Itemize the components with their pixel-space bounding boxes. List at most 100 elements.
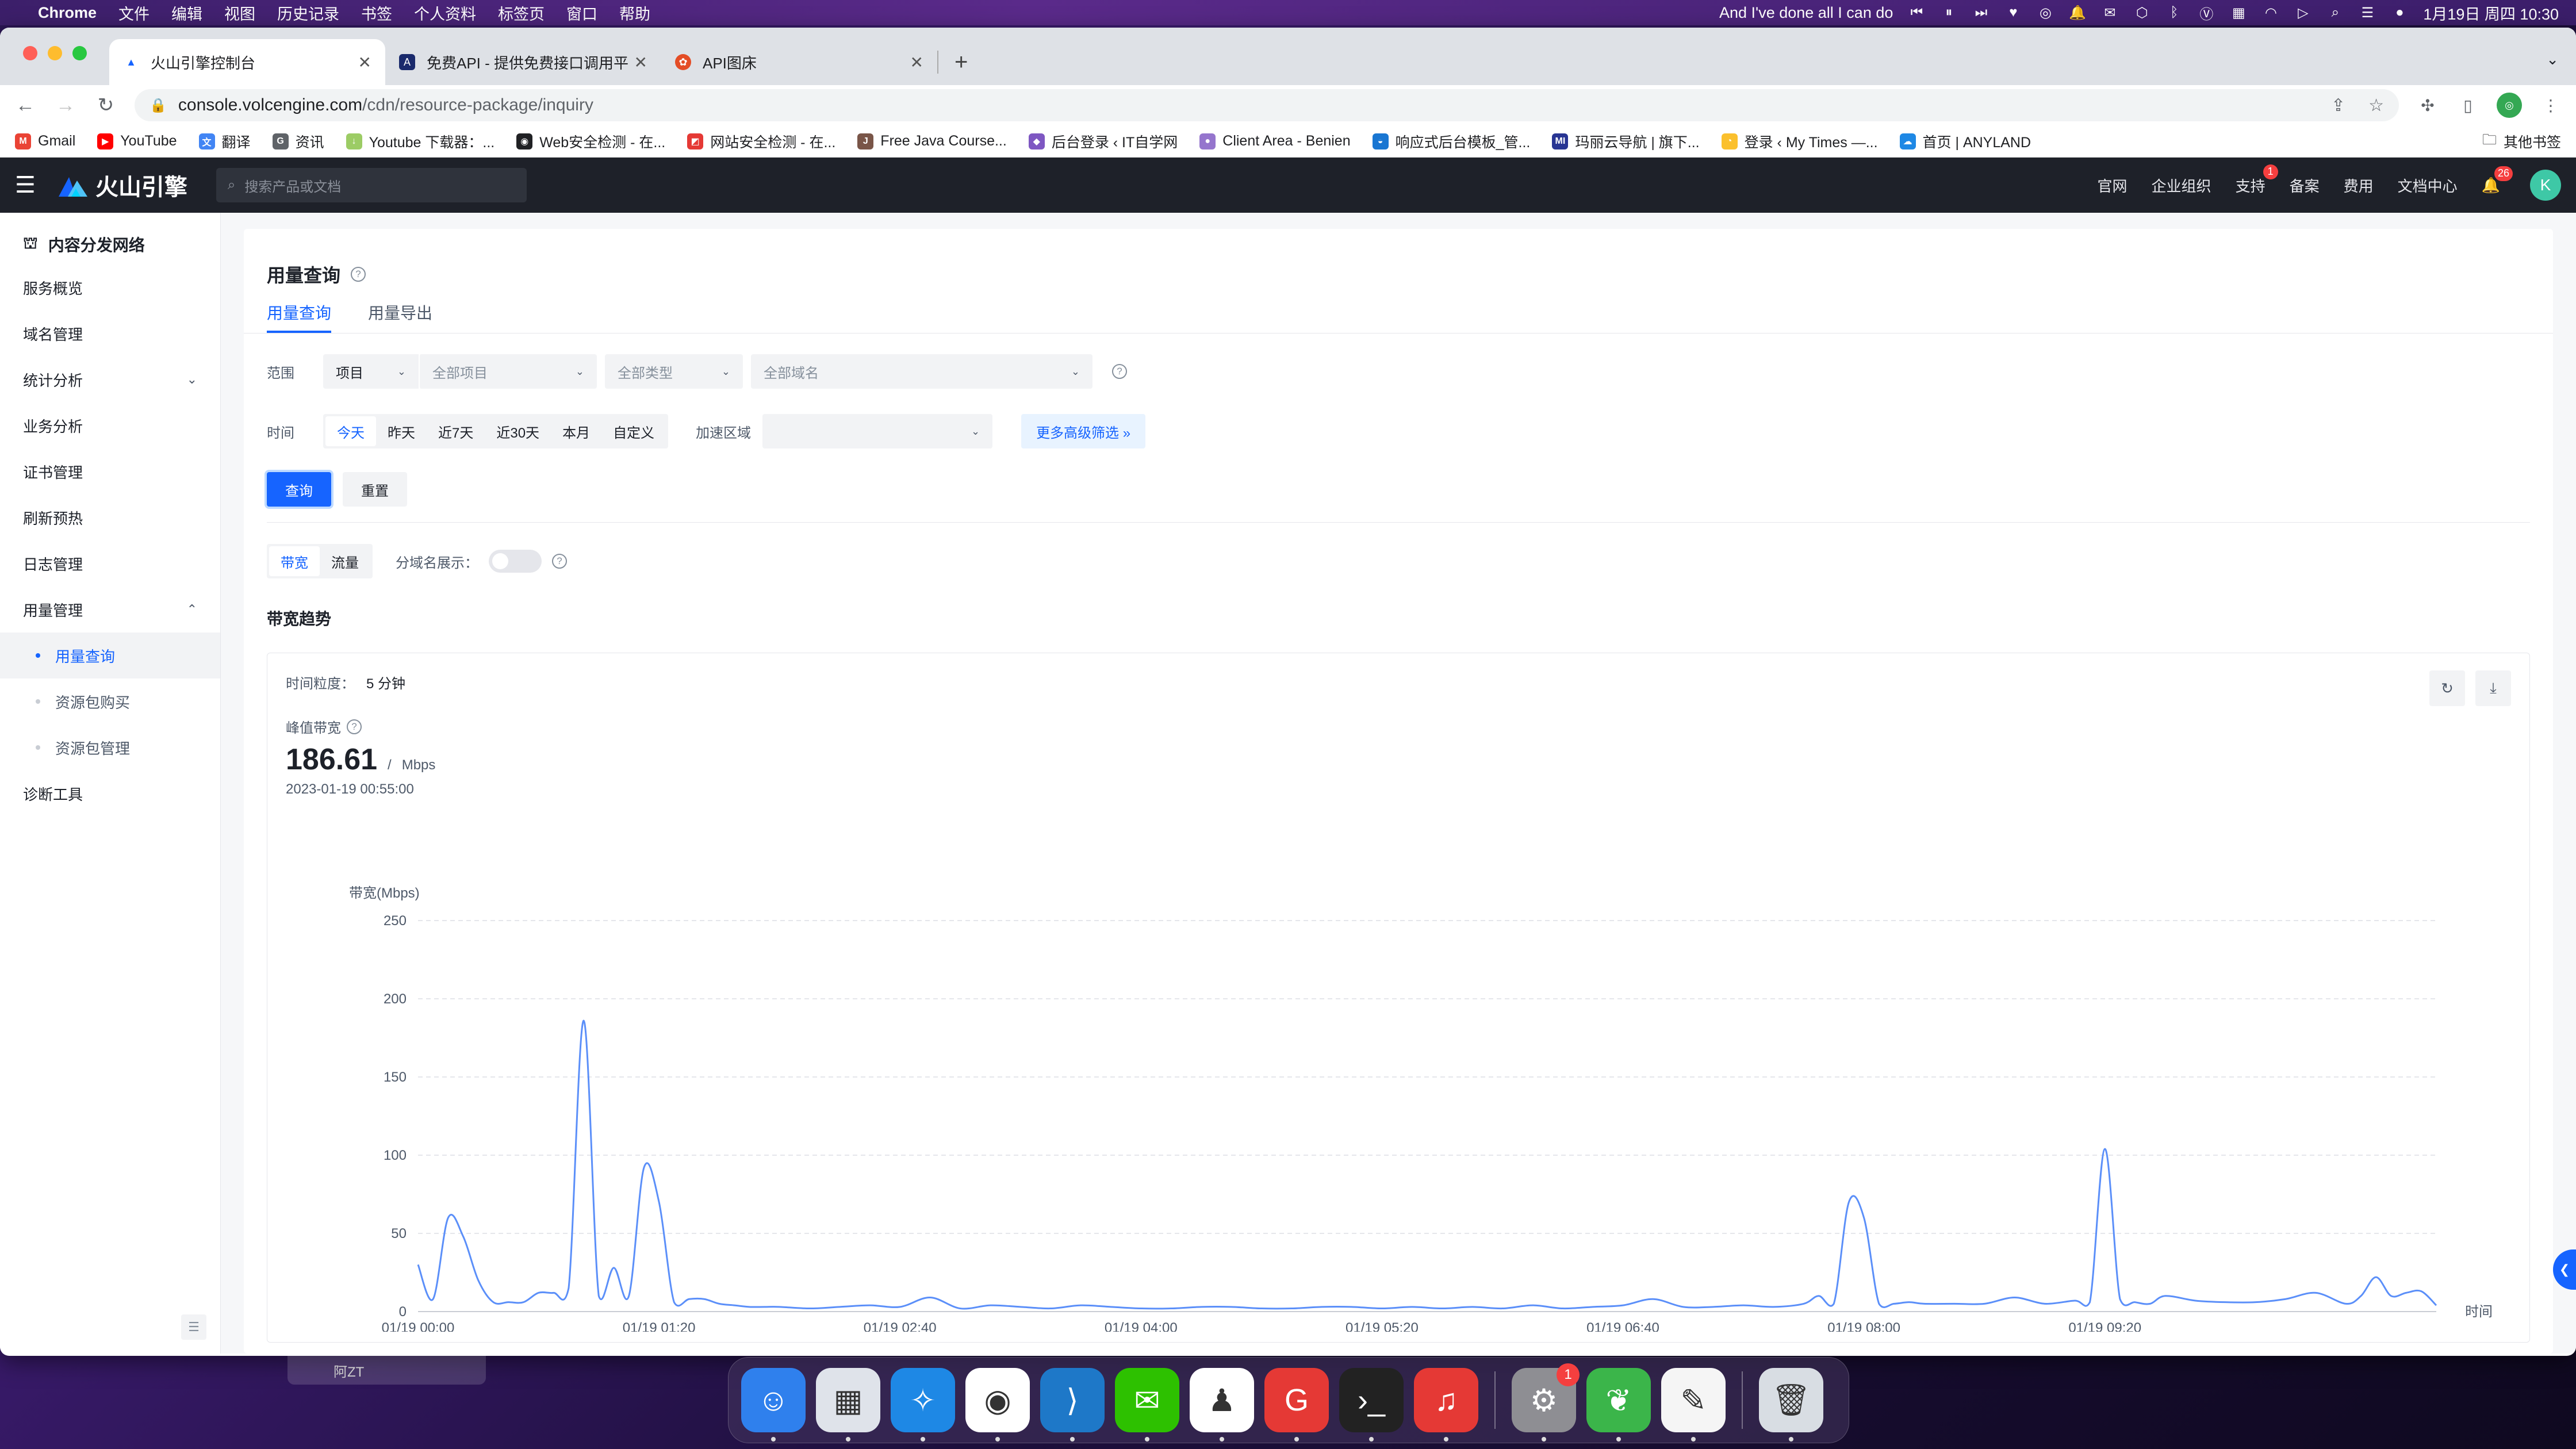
sidebar-subitem-usage-query[interactable]: 用量查询: [0, 632, 220, 678]
browser-tab-api-image[interactable]: ✿ API图床 ✕: [661, 39, 937, 85]
menu-window[interactable]: 窗口: [566, 2, 597, 24]
close-window-button[interactable]: [23, 46, 37, 60]
bookmark-item[interactable]: ◒ 响应式后台模板_管...: [1372, 131, 1530, 152]
help-question-icon[interactable]: ?: [347, 719, 362, 734]
new-tab-button[interactable]: +: [938, 39, 984, 85]
close-tab-icon[interactable]: ✕: [634, 53, 647, 72]
navicat-icon[interactable]: ❦: [1586, 1368, 1651, 1442]
metric-traffic[interactable]: 流量: [320, 546, 370, 576]
system-settings-icon[interactable]: ⚙ 1: [1512, 1363, 1580, 1442]
textedit-icon[interactable]: ✎: [1661, 1368, 1726, 1442]
bluetooth-icon[interactable]: ᛒ: [2165, 5, 2183, 20]
wechat-status-icon[interactable]: ✉: [2101, 5, 2118, 21]
close-tab-icon[interactable]: ✕: [358, 53, 371, 72]
brand-logo[interactable]: 火山引擎: [58, 168, 187, 202]
spotlight-search-icon[interactable]: ⌕: [2326, 5, 2344, 20]
status-v-icon[interactable]: Ⓥ: [2198, 5, 2215, 22]
header-link-docs[interactable]: 文档中心: [2398, 175, 2458, 196]
back-arrow-icon[interactable]: ←: [14, 94, 37, 117]
terminal-icon[interactable]: ›_: [1339, 1368, 1404, 1442]
tab-search-chevron-icon[interactable]: ⌄: [2546, 51, 2559, 68]
status-shield-icon[interactable]: ⬡: [2133, 5, 2150, 21]
menubar-clock[interactable]: 1月19日 周四 10:30: [2423, 2, 2559, 24]
other-bookmarks-folder[interactable]: 🗀 其他书签: [2482, 129, 2561, 154]
qq-icon[interactable]: ♟: [1190, 1368, 1254, 1442]
minimize-window-button[interactable]: [48, 46, 62, 60]
extensions-puzzle-icon[interactable]: ✣: [2416, 96, 2439, 115]
help-question-icon[interactable]: ?: [552, 554, 567, 569]
menu-help[interactable]: 帮助: [619, 2, 650, 24]
sidebar-item-business[interactable]: 业务分析: [0, 402, 220, 448]
chrome-menu-icon[interactable]: ⋮: [2539, 96, 2562, 115]
menu-edit[interactable]: 编辑: [171, 2, 202, 24]
launchpad-icon[interactable]: ▦: [816, 1368, 880, 1442]
time-option-today[interactable]: 今天: [325, 416, 376, 446]
zoom-window-button[interactable]: [72, 46, 87, 60]
siri-icon[interactable]: ●: [2391, 5, 2408, 20]
netease-music-icon[interactable]: ♫: [1414, 1368, 1478, 1442]
sidebar-subitem-package-manage[interactable]: 资源包管理: [0, 724, 220, 770]
header-link-filing[interactable]: 备案: [2290, 175, 2320, 196]
sidebar-item-diagnostics[interactable]: 诊断工具: [0, 770, 220, 816]
finder-icon[interactable]: ☺: [741, 1368, 806, 1442]
menu-file[interactable]: 文件: [118, 2, 150, 24]
side-panel-icon[interactable]: ▯: [2456, 96, 2479, 115]
advanced-filter-button[interactable]: 更多高级筛选 »: [1021, 414, 1146, 448]
bookmark-item[interactable]: ◔ 登录 ‹ My Times —...: [1721, 131, 1878, 152]
sidebar-item-overview[interactable]: 服务概览: [0, 264, 220, 310]
bookmark-item[interactable]: ↓ Youtube 下载器：...: [346, 131, 494, 152]
sidebar-item-domains[interactable]: 域名管理: [0, 310, 220, 356]
help-question-icon[interactable]: ?: [351, 267, 366, 282]
bookmark-item[interactable]: ◆ 后台登录 ‹ IT自学网: [1028, 131, 1178, 152]
pause-icon[interactable]: ⏸: [1940, 5, 1957, 20]
domain-select[interactable]: 全部域名 ⌄: [751, 354, 1092, 389]
reload-icon[interactable]: ↻: [94, 94, 117, 117]
menu-tabs[interactable]: 标签页: [498, 2, 545, 24]
scope-type-select[interactable]: 项目 ⌄: [323, 354, 419, 389]
bookmark-item[interactable]: ☁ 首页 | ANYLAND: [1899, 131, 2031, 152]
notification-bell-button[interactable]: 🔔 26: [2482, 166, 2513, 194]
console-search-input[interactable]: ⌕ 搜索产品或文档: [216, 168, 527, 202]
project-select[interactable]: 全部项目 ⌄: [419, 354, 597, 389]
wechat-icon[interactable]: ✉: [1115, 1368, 1179, 1442]
close-tab-icon[interactable]: ✕: [910, 53, 923, 72]
menu-view[interactable]: 视图: [224, 2, 255, 24]
foxmail-icon[interactable]: G: [1264, 1368, 1329, 1442]
vscode-icon[interactable]: ⟩: [1040, 1368, 1105, 1442]
notification-bell-icon[interactable]: 🔔: [2069, 5, 2086, 21]
profile-avatar[interactable]: ◎: [2497, 93, 2522, 118]
time-option-month[interactable]: 本月: [551, 416, 601, 446]
heart-icon[interactable]: ♥: [2004, 5, 2022, 20]
split-domain-toggle[interactable]: [489, 550, 542, 573]
prev-track-icon[interactable]: ⏮: [1908, 5, 1925, 20]
browser-tab-free-api[interactable]: A 免费API - 提供免费接口调用平台 ✕: [385, 39, 661, 85]
header-link-organization[interactable]: 企业组织: [2152, 175, 2211, 196]
user-avatar[interactable]: K: [2530, 170, 2561, 201]
menu-profile[interactable]: 个人资料: [414, 2, 476, 24]
bookmark-item[interactable]: ◩ 网站安全检测 - 在...: [687, 131, 835, 152]
bookmark-item[interactable]: MI 玛丽云导航 | 旗下...: [1552, 131, 1700, 152]
resource-type-select[interactable]: 全部类型 ⌄: [605, 354, 743, 389]
menu-bookmarks[interactable]: 书签: [361, 2, 392, 24]
safari-icon[interactable]: ✧: [891, 1368, 955, 1442]
bookmark-star-icon[interactable]: ☆: [2368, 95, 2384, 116]
metric-bandwidth[interactable]: 带宽: [269, 546, 320, 576]
browser-tab-volcengine[interactable]: ▲ 火山引擎控制台 ✕: [109, 39, 385, 85]
chrome-icon[interactable]: ◉: [965, 1368, 1030, 1442]
header-link-support[interactable]: 支持 1: [2236, 164, 2278, 196]
share-icon[interactable]: ⇪: [2331, 95, 2345, 116]
grid-status-icon[interactable]: ▦: [2230, 5, 2247, 21]
menu-history[interactable]: 历史记录: [277, 2, 339, 24]
bookmark-item[interactable]: M Gmail: [15, 133, 75, 150]
address-bar[interactable]: 🔒 console.volcengine.com /cdn/resource-p…: [135, 89, 2399, 121]
sidebar-item-certificates[interactable]: 证书管理: [0, 448, 220, 494]
sidebar-subitem-package-purchase[interactable]: 资源包购买: [0, 678, 220, 724]
bookmark-item[interactable]: ● Client Area - Benien: [1199, 133, 1351, 150]
sidebar-item-usage[interactable]: 用量管理 ⌃: [0, 586, 220, 632]
forward-arrow-icon[interactable]: →: [54, 94, 77, 117]
menu-app-name[interactable]: Chrome: [38, 4, 97, 22]
trash-icon[interactable]: 🗑: [1759, 1368, 1823, 1442]
play-circle-icon[interactable]: ▷: [2294, 5, 2312, 21]
sidebar-collapse-icon[interactable]: ☰: [181, 1314, 206, 1340]
header-link-official-site[interactable]: 官网: [2098, 175, 2128, 196]
